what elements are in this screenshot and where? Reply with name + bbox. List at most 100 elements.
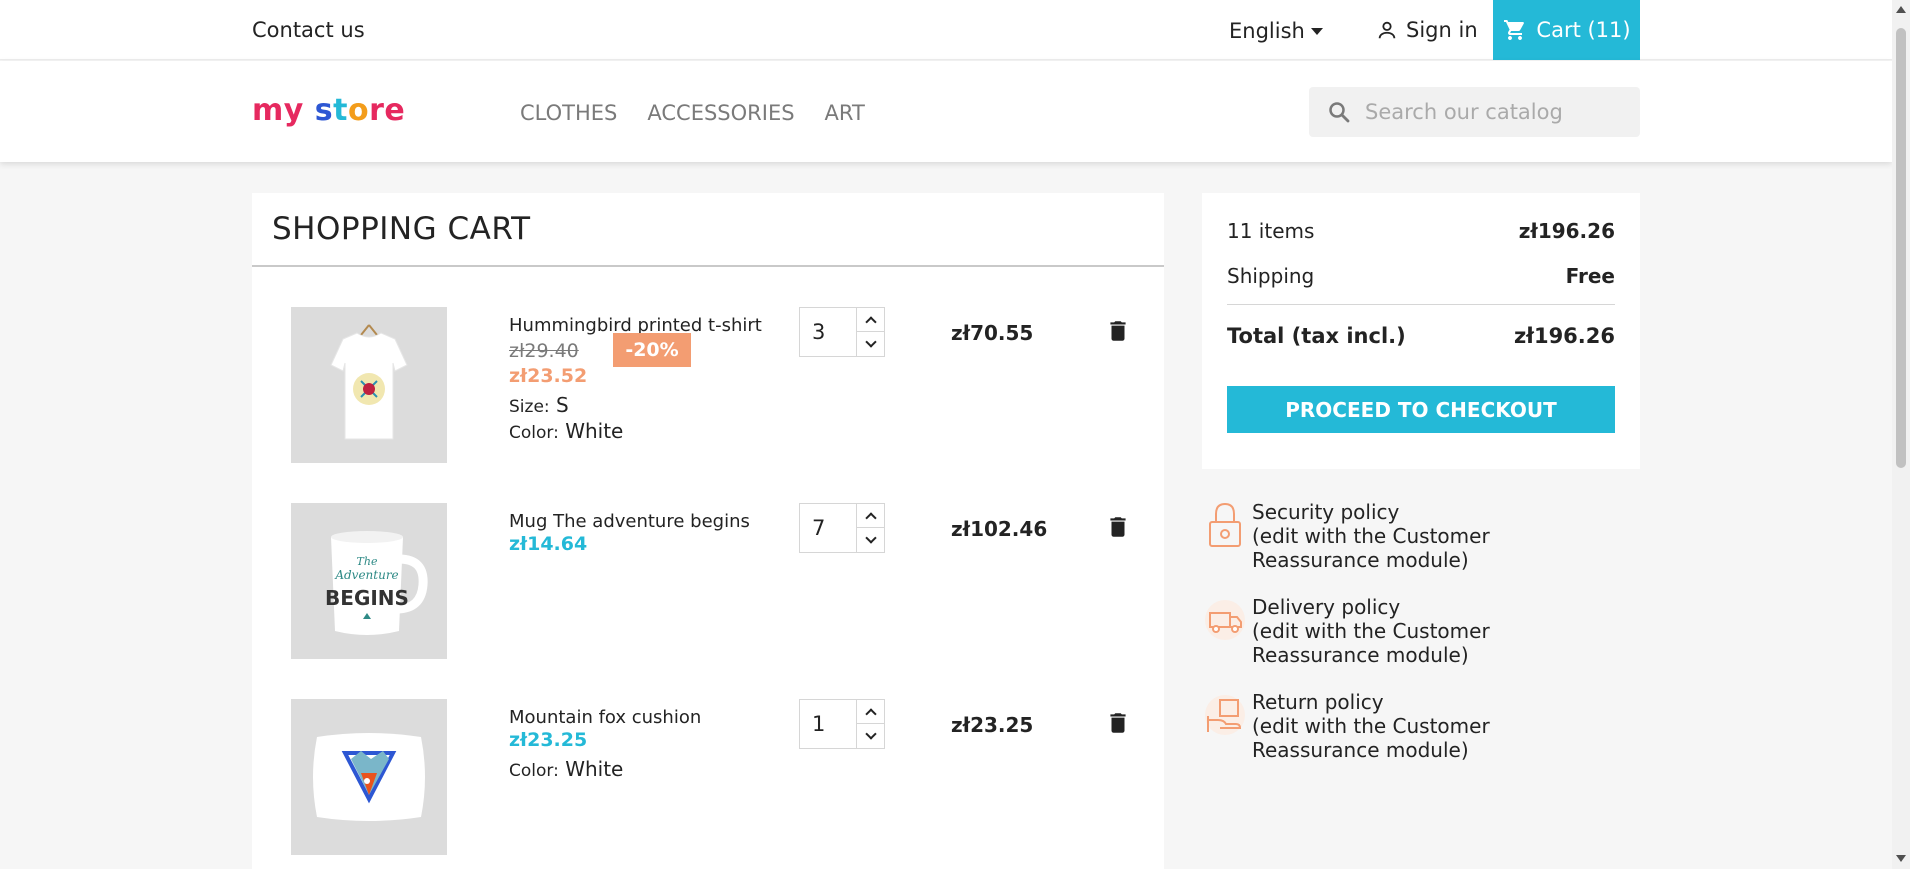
logo-text: my [252, 93, 304, 128]
cart-item: The Adventure BEGINS Mug The adventure b… [252, 503, 1164, 663]
trash-icon[interactable] [1105, 317, 1131, 345]
product-image[interactable] [291, 307, 447, 463]
line-total: zł102.46 [951, 517, 1048, 541]
shipping-value: Free [1565, 264, 1615, 288]
line-total: zł23.25 [951, 713, 1034, 737]
svg-text:The: The [357, 555, 378, 568]
product-image[interactable] [291, 699, 447, 855]
increase-quantity-button[interactable] [857, 308, 884, 332]
attribute-label: Size: [509, 397, 550, 417]
sign-in-link[interactable]: Sign in [1376, 18, 1478, 42]
attribute-label: Color: [509, 761, 559, 781]
logo-text: t [333, 93, 348, 128]
search-input[interactable] [1365, 100, 1625, 124]
reassurance-block: Security policy (edit with the Customer … [1202, 500, 1622, 572]
attribute-label: Color: [509, 423, 559, 443]
product-attribute: Color: White [509, 757, 623, 781]
svg-text:BEGINS: BEGINS [325, 586, 409, 610]
proceed-to-checkout-button[interactable]: PROCEED TO CHECKOUT [1227, 386, 1615, 433]
product-price: zł23.25 [509, 729, 588, 751]
reassurance-description: (edit with the Customer Reassurance modu… [1252, 524, 1490, 572]
user-icon [1378, 21, 1396, 39]
stepper-buttons [856, 700, 884, 748]
reassurance-description: (edit with the Customer Reassurance modu… [1252, 714, 1490, 762]
product-price: zł23.52 [509, 365, 588, 387]
divider [1227, 304, 1615, 305]
attribute-value: White [565, 757, 624, 781]
logo-text: o [347, 93, 370, 128]
product-attribute: Size: S [509, 393, 569, 417]
reassurance-title: Delivery policy [1252, 595, 1401, 619]
product-image[interactable]: The Adventure BEGINS [291, 503, 447, 659]
stepper-buttons [856, 504, 884, 552]
regular-price: zł29.40 [509, 340, 579, 362]
language-selector[interactable]: English [1229, 19, 1323, 43]
menu-item-accessories[interactable]: ACCESSORIES [647, 101, 794, 125]
lock-icon [1209, 502, 1241, 547]
product-name[interactable]: Mug The adventure begins [509, 511, 750, 532]
attribute-value: S [555, 393, 569, 417]
reassurance-description: (edit with the Customer Reassurance modu… [1252, 619, 1490, 667]
trash-icon[interactable] [1105, 513, 1131, 541]
total-label: Total (tax incl.) [1227, 324, 1406, 348]
summary-shipping-row: Shipping Free [1227, 264, 1615, 288]
shipping-label: Shipping [1227, 264, 1315, 288]
increase-quantity-button[interactable] [857, 504, 884, 528]
quantity-stepper: 7 [799, 503, 885, 553]
chevron-down-icon [864, 728, 877, 740]
top-nav-bar: Contact us English Sign in Cart (11) [0, 0, 1892, 60]
scroll-up-icon[interactable] [1896, 6, 1906, 13]
logo-text: re [369, 93, 406, 128]
page-scrollbar[interactable] [1892, 0, 1910, 869]
increase-quantity-button[interactable] [857, 700, 884, 724]
quantity-input[interactable]: 1 [812, 712, 825, 736]
quantity-input[interactable]: 3 [812, 320, 825, 344]
site-header: my store CLOTHES ACCESSORIES ART [0, 61, 1892, 162]
chevron-up-icon [864, 707, 877, 720]
items-subtotal: zł196.26 [1518, 219, 1615, 243]
chevron-up-icon [864, 315, 877, 328]
store-logo[interactable]: my store [252, 93, 405, 128]
sign-in-label: Sign in [1406, 18, 1478, 42]
page-title: SHOPPING CART [272, 211, 531, 247]
quantity-stepper: 3 [799, 307, 885, 357]
line-total: zł70.55 [951, 321, 1034, 345]
trash-icon[interactable] [1105, 709, 1131, 737]
chevron-up-icon [864, 511, 877, 524]
discount-badge: -20% [613, 333, 691, 367]
scrollbar-thumb[interactable] [1896, 28, 1906, 468]
cart-summary: 11 items zł196.26 Shipping Free Total (t… [1202, 193, 1640, 469]
contact-us-link[interactable]: Contact us [252, 18, 365, 42]
cart-icon [1504, 20, 1525, 40]
decrease-quantity-button[interactable] [857, 724, 884, 748]
logo-text: s [314, 93, 334, 128]
quantity-input[interactable]: 7 [812, 516, 825, 540]
menu-item-clothes[interactable]: CLOTHES [520, 101, 617, 125]
reassurance-block: Delivery policy (edit with the Customer … [1202, 595, 1622, 667]
reassurance-title: Security policy [1252, 500, 1400, 524]
decrease-quantity-button[interactable] [857, 528, 884, 552]
scroll-down-icon[interactable] [1896, 855, 1906, 862]
cart-button[interactable]: Cart (11) [1493, 0, 1640, 60]
cart-label: Cart (11) [1536, 18, 1631, 42]
reassurance-block: Return policy (edit with the Customer Re… [1202, 690, 1622, 762]
chevron-down-icon [864, 336, 877, 348]
caret-down-icon [1310, 27, 1323, 35]
menu-item-art[interactable]: ART [825, 101, 865, 125]
svg-text:Adventure: Adventure [334, 568, 398, 582]
total-value: zł196.26 [1513, 324, 1615, 348]
reassurance-title: Return policy [1252, 690, 1384, 714]
language-label: English [1229, 19, 1305, 43]
stepper-buttons [856, 308, 884, 356]
product-name[interactable]: Mountain fox cushion [509, 707, 701, 728]
cart-item: Mountain fox cushion zł23.25 Color: Whit… [252, 699, 1164, 859]
search-icon[interactable] [1327, 100, 1351, 124]
search-box [1309, 87, 1640, 137]
chevron-down-icon [864, 532, 877, 544]
product-attribute: Color: White [509, 419, 623, 443]
quantity-stepper: 1 [799, 699, 885, 749]
attribute-value: White [565, 419, 624, 443]
truck-icon [1205, 600, 1245, 640]
decrease-quantity-button[interactable] [857, 332, 884, 356]
items-count-label: 11 items [1227, 219, 1315, 243]
